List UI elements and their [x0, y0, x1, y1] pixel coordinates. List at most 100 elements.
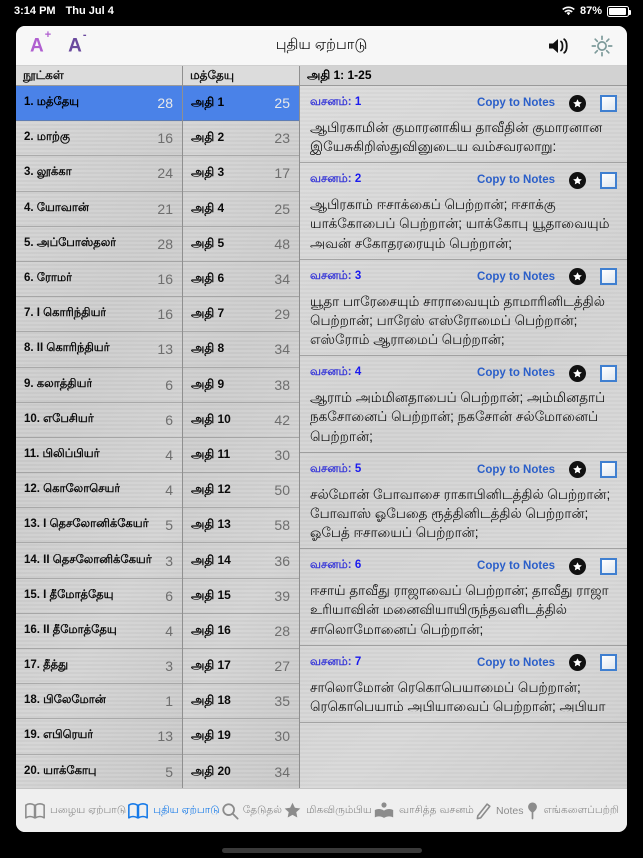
star-icon[interactable] [569, 171, 586, 189]
tab-4[interactable]: மிகவிரும்பிய [283, 801, 372, 820]
book-row-9[interactable]: 9. கலாத்தியர் 6 [16, 368, 182, 403]
chapter-row-3[interactable]: அதி 3 17 [183, 156, 299, 192]
chapter-row-count: 23 [274, 130, 290, 147]
verse-checkbox[interactable] [600, 557, 617, 575]
book-row-18[interactable]: 18. பிலேமோன் 1 [16, 684, 182, 720]
star-icon[interactable] [569, 654, 586, 672]
font-decrease-button[interactable]: A- [68, 29, 86, 55]
tab-7[interactable]: எங்களைப்பற்றி [525, 801, 619, 820]
verse-row[interactable]: வசனம்: 2 Copy to Notes ஆபிரகாம் ஈசாக்கைப் … [300, 163, 627, 260]
battery-icon [607, 5, 631, 17]
chapter-row-10[interactable]: அதி 10 42 [183, 403, 299, 438]
verse-row[interactable]: வசனம்: 6 Copy to Notes ஈசாய் தாவீது ராஜாவை… [300, 549, 627, 646]
verse-checkbox[interactable] [600, 461, 617, 479]
verse-checkbox[interactable] [600, 268, 617, 286]
book-row-label: 3. லூக்கா [24, 166, 72, 179]
copy-to-notes-button[interactable]: Copy to Notes [477, 367, 555, 379]
home-indicator [221, 848, 422, 853]
book-row-13[interactable]: 13. I தெசலோனிக்கேயர் 5 [16, 508, 182, 544]
font-increase-sup: + [44, 28, 52, 41]
chapter-row-20[interactable]: அதி 20 34 [183, 755, 299, 788]
verse-row[interactable]: வசனம்: 1 Copy to Notes ஆபிரகாமின் குமாரனாக… [300, 86, 627, 164]
star-icon[interactable] [569, 364, 586, 382]
book-row-14[interactable]: 14. II தெசலோனிக்கேயர் 3 [16, 543, 182, 579]
book-row-2[interactable]: 2. மாற்கு 16 [16, 121, 182, 157]
chapter-row-16[interactable]: அதி 16 28 [183, 614, 299, 649]
chapter-row-12[interactable]: அதி 12 50 [183, 473, 299, 509]
chapter-row-label: அதி 15 [191, 587, 231, 602]
chapter-row-7[interactable]: அதி 7 29 [183, 297, 299, 333]
verses-panel: அதி 1: 1-25 வசனம்: 1 Copy to Notes ஆபிரகாம… [300, 66, 627, 788]
tab-3[interactable]: தேடுதல் [221, 802, 282, 820]
chapter-row-13[interactable]: அதி 13 58 [183, 508, 299, 544]
tab-6[interactable]: Notes [475, 801, 523, 820]
copy-to-notes-button[interactable]: Copy to Notes [477, 560, 555, 572]
book-row-1[interactable]: 1. மத்தேயு 28 [16, 86, 182, 122]
book-row-16[interactable]: 16. II தீமோத்தேயு 4 [16, 614, 182, 649]
book-row-4[interactable]: 4. யோவான் 21 [16, 192, 182, 227]
verse-row[interactable]: வசனம்: 4 Copy to Notes ஆராம் அம்மினதாபைப் … [300, 356, 627, 453]
book-row-15[interactable]: 15. I தீமோத்தேயு 6 [16, 579, 182, 614]
chapter-row-5[interactable]: அதி 5 48 [183, 227, 299, 262]
book-row-17[interactable]: 17. தீத்து 3 [16, 649, 182, 685]
brightness-icon[interactable] [591, 34, 613, 57]
books-list[interactable]: 1. மத்தேயு 28 2. மாற்கு 16 3. லூக்கா 24 4. யோவ… [16, 86, 182, 788]
copy-to-notes-button[interactable]: Copy to Notes [477, 657, 555, 669]
star-icon[interactable] [569, 94, 586, 112]
book-row-count: 5 [165, 763, 173, 780]
verse-checkbox[interactable] [600, 364, 617, 382]
verse-checkbox[interactable] [600, 171, 617, 189]
chapters-list[interactable]: அதி 1 25 அதி 2 23 அதி 3 17 அதி 4 25 அதி 5 48 அதி 6… [183, 86, 299, 788]
verse-number: வசனம்: 2 [310, 173, 362, 186]
chapter-row-6[interactable]: அதி 6 34 [183, 262, 299, 298]
chapter-row-1[interactable]: அதி 1 25 [183, 86, 299, 122]
verses-list[interactable]: வசனம்: 1 Copy to Notes ஆபிரகாமின் குமாரனாக… [300, 86, 627, 788]
star-icon[interactable] [569, 461, 586, 479]
book-row-7[interactable]: 7. I கொரிந்தியர் 16 [16, 297, 182, 333]
book-row-count: 5 [165, 517, 173, 534]
tab-5[interactable]: வாசித்த வசனம் [373, 801, 474, 820]
book-row-6[interactable]: 6. ரோமர் 16 [16, 262, 182, 298]
book-row-10[interactable]: 10. எபேசியர் 6 [16, 403, 182, 438]
tab-1[interactable]: பழைய ஏற்பாடு [24, 801, 126, 820]
book-row-20[interactable]: 20. யாக்கோபு 5 [16, 755, 182, 788]
verse-row[interactable]: வசனம்: 7 Copy to Notes சாலொமோன் ரெகொபெயாமை… [300, 646, 627, 723]
chapter-row-19[interactable]: அதி 19 30 [183, 719, 299, 755]
chapter-row-8[interactable]: அதி 8 34 [183, 332, 299, 368]
chapter-row-4[interactable]: அதி 4 25 [183, 192, 299, 227]
speaker-icon[interactable] [547, 37, 571, 55]
chapter-row-count: 28 [274, 622, 290, 639]
copy-to-notes-button[interactable]: Copy to Notes [477, 174, 555, 186]
book-row-5[interactable]: 5. அப்போஸ்தலர் 28 [16, 227, 182, 262]
copy-to-notes-button[interactable]: Copy to Notes [477, 464, 555, 476]
tab-2[interactable]: புதிய ஏற்பாடு [127, 801, 220, 820]
chapter-row-9[interactable]: அதி 9 38 [183, 368, 299, 403]
font-increase-button[interactable]: A+ [30, 29, 51, 55]
verse-actions: Copy to Notes [477, 654, 617, 672]
chapter-row-15[interactable]: அதி 15 39 [183, 579, 299, 614]
star-icon[interactable] [569, 557, 586, 575]
verse-actions: Copy to Notes [477, 171, 617, 189]
chapter-row-18[interactable]: அதி 18 35 [183, 684, 299, 720]
book-row-11[interactable]: 11. பிலிப்பியர் 4 [16, 438, 182, 474]
book-row-12[interactable]: 12. கொலோசெயர் 4 [16, 473, 182, 509]
book-row-8[interactable]: 8. II கொரிந்தியர் 13 [16, 332, 182, 368]
copy-to-notes-button[interactable]: Copy to Notes [477, 97, 555, 109]
chapter-row-11[interactable]: அதி 11 30 [183, 438, 299, 474]
book-row-19[interactable]: 19. எபிரெயர் 13 [16, 719, 182, 755]
chapter-row-2[interactable]: அதி 2 23 [183, 121, 299, 157]
verse-row[interactable]: வசனம்: 5 Copy to Notes சல்மோன் போவாசை ராகா… [300, 453, 627, 550]
status-bar-right: 87% [562, 5, 631, 17]
verse-checkbox[interactable] [600, 94, 617, 112]
book-row-count: 4 [165, 622, 173, 639]
book-row-3[interactable]: 3. லூக்கா 24 [16, 156, 182, 192]
verse-checkbox[interactable] [600, 654, 617, 672]
copy-to-notes-button[interactable]: Copy to Notes [477, 271, 555, 283]
verse-row[interactable]: வசனம்: 3 Copy to Notes யூதா பாரேசையும் சார… [300, 260, 627, 357]
verse-number: வசனம்: 5 [310, 462, 362, 475]
chapter-row-17[interactable]: அதி 17 27 [183, 649, 299, 685]
status-bar: 3:14 PM Thu Jul 4 87% [0, 0, 643, 22]
books-panel-header: நூட்கள் [16, 66, 182, 86]
chapter-row-14[interactable]: அதி 14 36 [183, 543, 299, 579]
star-icon[interactable] [569, 268, 586, 286]
